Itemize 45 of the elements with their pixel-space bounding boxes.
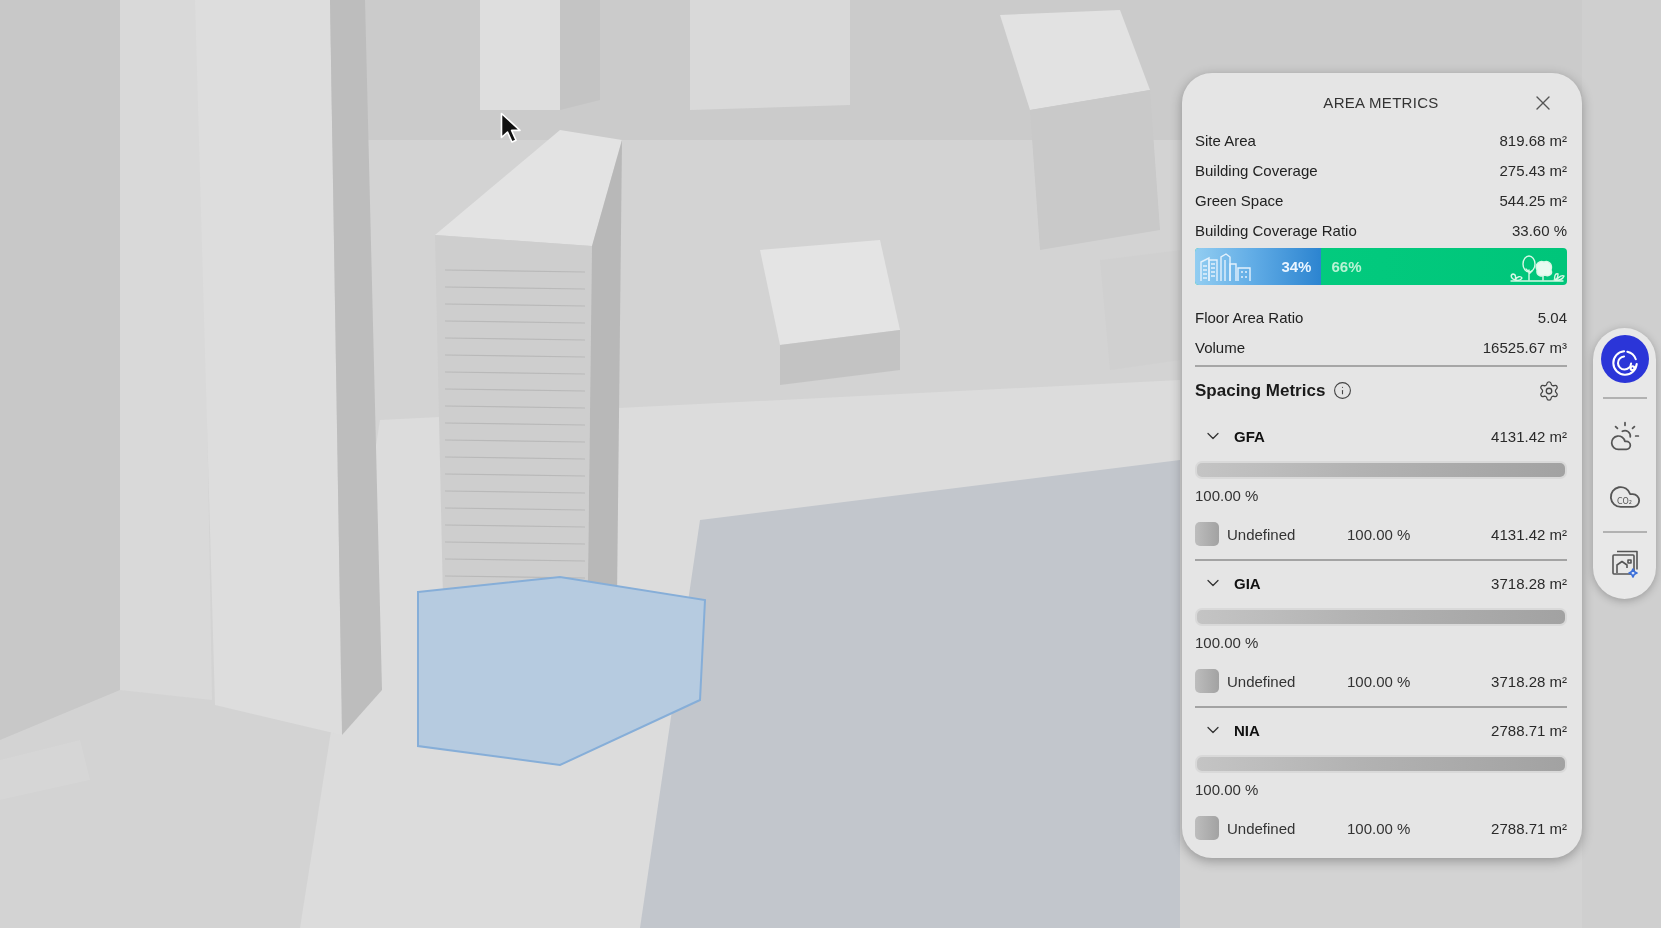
category-percent: 100.00 % [1347, 672, 1411, 690]
metric-value: 5.04 [1537, 308, 1567, 326]
share-percent: 100.00 % [1195, 633, 1259, 653]
category-label: Undefined [1227, 525, 1296, 543]
category-value: 2788.71 m² [1491, 819, 1567, 837]
metric-value: 819.68 m² [1499, 131, 1567, 149]
group-total: 4131.42 m² [1491, 427, 1567, 445]
settings-icon [1538, 379, 1560, 402]
swatch-icon [1195, 522, 1219, 546]
metric-label: Green Space [1195, 191, 1284, 209]
metric-label: Building Coverage Ratio [1195, 221, 1357, 239]
group-total: 2788.71 m² [1491, 721, 1567, 739]
metric-value: 16525.67 m³ [1482, 338, 1567, 356]
group-name: GFA [1234, 427, 1265, 445]
category-value: 3718.28 m² [1491, 672, 1567, 690]
category-label: Undefined [1227, 672, 1296, 690]
cloud-sun-icon [1608, 420, 1641, 452]
tool-button[interactable] [1600, 335, 1649, 383]
category-label: Undefined [1227, 819, 1296, 837]
metric-label: Floor Area Ratio [1195, 308, 1304, 326]
group-total: 3718.28 m² [1491, 574, 1567, 592]
group-name: GIA [1234, 574, 1261, 592]
built-share-label: 34% [1281, 258, 1312, 275]
section-title: Spacing Metrics [1195, 380, 1326, 401]
metric-value: 544.25 m² [1499, 191, 1567, 209]
share-percent: 100.00 % [1195, 486, 1259, 506]
metric-value: 33.60 % [1511, 221, 1567, 239]
share-percent: 100.00 % [1195, 780, 1259, 800]
metric-value: 275.43 m² [1499, 161, 1567, 179]
metric-label: Building Coverage [1195, 161, 1318, 179]
metric-label: Volume [1195, 338, 1246, 356]
donut-chart-icon [1609, 348, 1640, 378]
swatch-icon [1195, 669, 1219, 693]
open-space-share-label: 66% [1331, 258, 1362, 275]
settings-button[interactable] [1537, 378, 1561, 403]
group-name: NIA [1234, 721, 1260, 739]
category-percent: 100.00 % [1347, 819, 1411, 837]
swatch-icon [1195, 816, 1219, 840]
metric-label: Site Area [1195, 131, 1256, 149]
cursor-icon [500, 112, 522, 144]
panel-title: AREA METRICS [1323, 93, 1439, 113]
category-value: 4131.42 m² [1491, 525, 1567, 543]
tool-button[interactable]: CO₂ [1600, 473, 1649, 521]
info-icon[interactable] [1333, 381, 1353, 400]
category-percent: 100.00 % [1347, 525, 1411, 543]
